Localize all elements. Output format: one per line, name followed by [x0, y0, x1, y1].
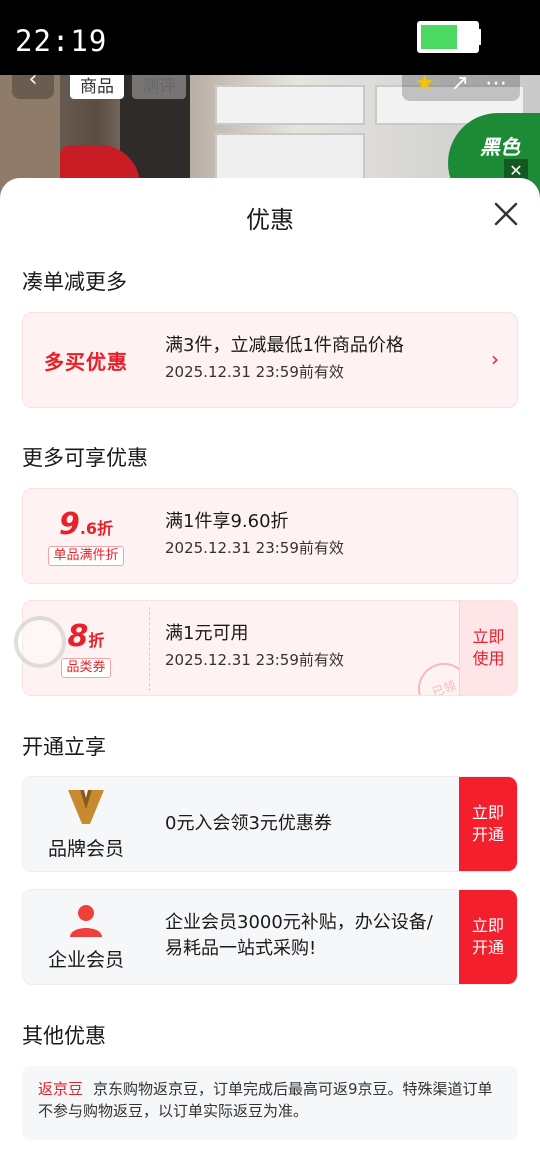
multi-buy-tag-area: 多买优惠: [23, 313, 149, 407]
coupon-card[interactable]: 8折 品类券 满1元可用 2025.12.31 23:59前有效 已领 立即使用: [22, 600, 518, 696]
coupon-divider: [149, 607, 150, 691]
open-membership-button[interactable]: 立即开通: [459, 890, 517, 984]
open-membership-button[interactable]: 立即开通: [459, 777, 517, 871]
multi-buy-tag: 多买优惠: [44, 349, 128, 374]
multi-buy-card[interactable]: 多买优惠 满3件，立减最低1件商品价格 2025.12.31 23:59前有效 …: [22, 312, 518, 408]
brand-member-logo-area: 品牌会员: [23, 777, 149, 871]
background-image: [215, 85, 365, 125]
coupon-info: 满1件享9.60折 2025.12.31 23:59前有效: [165, 509, 477, 559]
share-icon[interactable]: ↗: [451, 75, 469, 96]
battery-icon: [417, 21, 479, 53]
brand-member-info: 0元入会领3元优惠券: [165, 811, 477, 837]
loading-spinner-icon: [14, 616, 66, 668]
chevron-right-icon: ›: [491, 347, 499, 371]
jd-bean-info: 返京豆 京东购物返京豆，订单完成后最高可返9京豆。特殊渠道订单不参与购物返豆，以订…: [22, 1066, 518, 1140]
discount-value: 8折: [67, 618, 105, 654]
battery-tip: [477, 29, 481, 45]
section-title-combine: 凑单减更多: [22, 270, 127, 294]
close-icon[interactable]: [492, 200, 520, 228]
multi-buy-expiry: 2025.12.31 23:59前有效: [165, 363, 344, 381]
jd-bean-tag: 返京豆: [38, 1080, 84, 1098]
back-button[interactable]: ‹: [12, 75, 54, 99]
coupon-info: 满1元可用 2025.12.31 23:59前有效: [165, 621, 477, 671]
enterprise-member-card[interactable]: 企业会员 企业会员3000元补贴，办公设备/易耗品一站式采购! 立即开通: [22, 889, 518, 985]
coupon-type-tag: 单品满件折: [48, 545, 124, 566]
brand-member-card[interactable]: 品牌会员 0元入会领3元优惠券 立即开通: [22, 776, 518, 872]
enterprise-member-name: 企业会员: [47, 948, 124, 971]
coupon-rule: 满1件享9.60折: [165, 511, 289, 532]
brand-member-offer: 0元入会领3元优惠券: [165, 813, 332, 834]
status-time: 22:19: [15, 24, 108, 58]
section-title-other: 其他优惠: [22, 1024, 106, 1048]
discount-value: 9.6折: [58, 506, 114, 542]
sheet-title: 优惠: [246, 206, 294, 234]
favorite-icon[interactable]: ★: [415, 75, 435, 96]
jd-bean-text: 京东购物返京豆，订单完成后最高可返9京豆。特殊渠道订单不参与购物返豆，以订单实际…: [38, 1080, 493, 1120]
promotions-sheet: 优惠 凑单减更多 多买优惠 满3件，立减最低1件商品价格 2025.12.31 …: [0, 178, 540, 1170]
coupon-value: 9.6折 单品满件折: [23, 489, 149, 583]
tab-review[interactable]: 测评: [132, 75, 186, 99]
use-now-button[interactable]: 立即使用: [459, 601, 517, 695]
multi-buy-rule: 满3件，立减最低1件商品价格: [165, 335, 404, 356]
more-icon[interactable]: ⋯: [485, 75, 507, 96]
section-title-more: 更多可享优惠: [22, 446, 148, 470]
person-icon: [70, 904, 102, 937]
coupon-expiry: 2025.12.31 23:59前有效: [165, 539, 344, 557]
coupon-card[interactable]: 9.6折 单品满件折 满1件享9.60折 2025.12.31 23:59前有效: [22, 488, 518, 584]
product-tabs: 商品 测评: [70, 75, 186, 101]
top-actions: ★ ↗ ⋯: [402, 75, 520, 101]
brand-member-name: 品牌会员: [47, 837, 124, 860]
enterprise-member-offer: 企业会员3000元补贴，办公设备/易耗品一站式采购!: [165, 912, 433, 959]
enterprise-member-info: 企业会员3000元补贴，办公设备/易耗品一站式采购!: [165, 910, 447, 962]
enterprise-member-logo-area: 企业会员: [23, 890, 149, 984]
tab-product[interactable]: 商品: [70, 75, 124, 99]
section-title-open: 开通立享: [22, 735, 106, 759]
brand-logo-icon: [68, 789, 104, 824]
coupon-rule: 满1元可用: [165, 623, 249, 644]
multi-buy-info: 满3件，立减最低1件商品价格 2025.12.31 23:59前有效: [165, 333, 477, 383]
status-bar: 22:19: [0, 0, 540, 75]
coupon-type-tag: 品类券: [61, 657, 111, 678]
